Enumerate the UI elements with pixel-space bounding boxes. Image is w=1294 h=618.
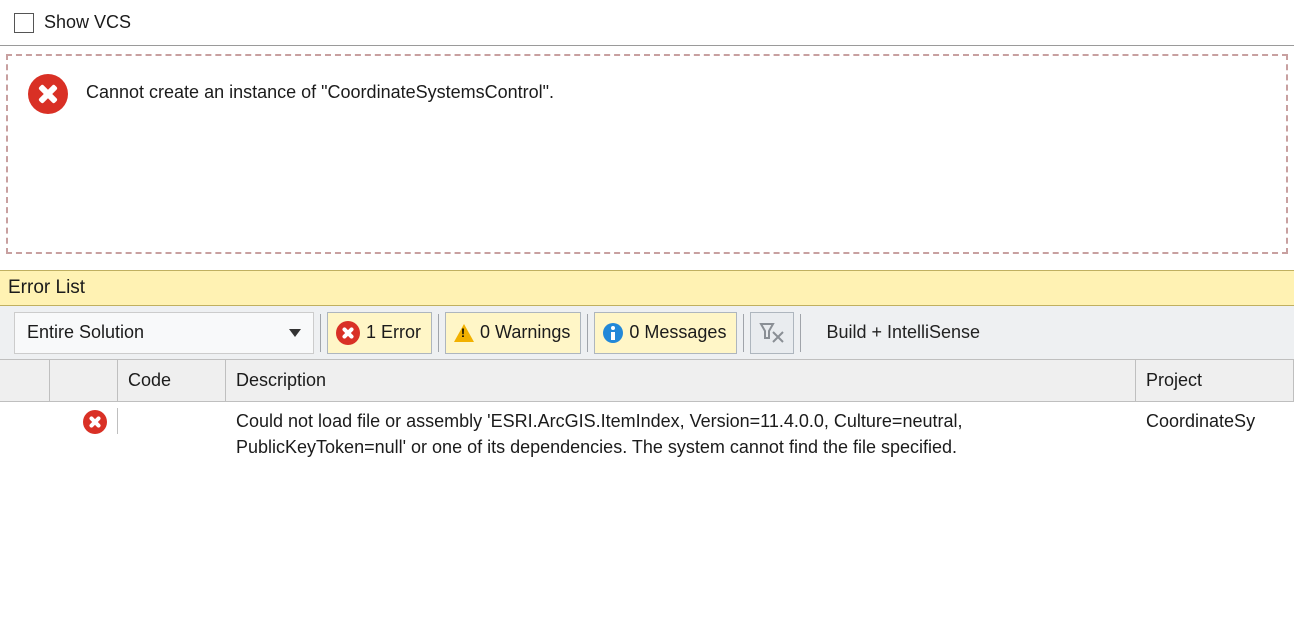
- show-vcs-checkbox[interactable]: [14, 13, 34, 33]
- toolbar-separator: [320, 314, 321, 352]
- column-header-project[interactable]: Project: [1136, 360, 1294, 401]
- error-icon: [336, 321, 360, 345]
- row-project-cell: CoordinateSy: [1136, 408, 1294, 434]
- error-icon: [28, 74, 68, 114]
- filter-clear-icon: [759, 322, 785, 344]
- toolbar-separator: [438, 314, 439, 352]
- messages-filter-button[interactable]: 0 Messages: [594, 312, 737, 354]
- info-icon: [603, 323, 623, 343]
- build-mode-label: Build + IntelliSense: [826, 322, 980, 343]
- column-header-severity[interactable]: [50, 360, 118, 401]
- row-description-cell: Could not load file or assembly 'ESRI.Ar…: [226, 408, 1136, 460]
- row-severity-cell: [50, 408, 118, 434]
- error-list-panel-header[interactable]: Error List: [0, 270, 1294, 306]
- error-list-toolbar: Entire Solution 1 Error 0 Warnings 0 Mes…: [0, 306, 1294, 360]
- error-list-title: Error List: [8, 277, 85, 299]
- errors-filter-button[interactable]: 1 Error: [327, 312, 432, 354]
- error-list-row[interactable]: Could not load file or assembly 'ESRI.Ar…: [0, 402, 1294, 460]
- column-header-description[interactable]: Description: [226, 360, 1136, 401]
- error-icon: [83, 410, 107, 434]
- messages-count-label: 0 Messages: [629, 322, 726, 343]
- designer-error-frame: Cannot create an instance of "Coordinate…: [6, 54, 1288, 254]
- toolbar-separator: [800, 314, 801, 352]
- warning-icon: [454, 324, 474, 342]
- scope-value: Entire Solution: [27, 322, 144, 343]
- designer-surface: Cannot create an instance of "Coordinate…: [0, 46, 1294, 270]
- error-list-table-header: Code Description Project: [0, 360, 1294, 402]
- designer-top-bar: Show VCS: [0, 0, 1294, 46]
- toolbar-separator: [587, 314, 588, 352]
- column-header-code[interactable]: Code: [118, 360, 226, 401]
- warnings-filter-button[interactable]: 0 Warnings: [445, 312, 581, 354]
- show-vcs-label: Show VCS: [44, 12, 131, 33]
- toolbar-separator: [743, 314, 744, 352]
- column-header-blank[interactable]: [0, 360, 50, 401]
- warnings-count-label: 0 Warnings: [480, 322, 570, 343]
- clear-filter-button[interactable]: [750, 312, 794, 354]
- errors-count-label: 1 Error: [366, 322, 421, 343]
- designer-error-message: Cannot create an instance of "Coordinate…: [86, 74, 554, 103]
- chevron-down-icon: [289, 329, 301, 337]
- build-mode-dropdown[interactable]: Build + IntelliSense: [817, 312, 991, 354]
- scope-dropdown[interactable]: Entire Solution: [14, 312, 314, 354]
